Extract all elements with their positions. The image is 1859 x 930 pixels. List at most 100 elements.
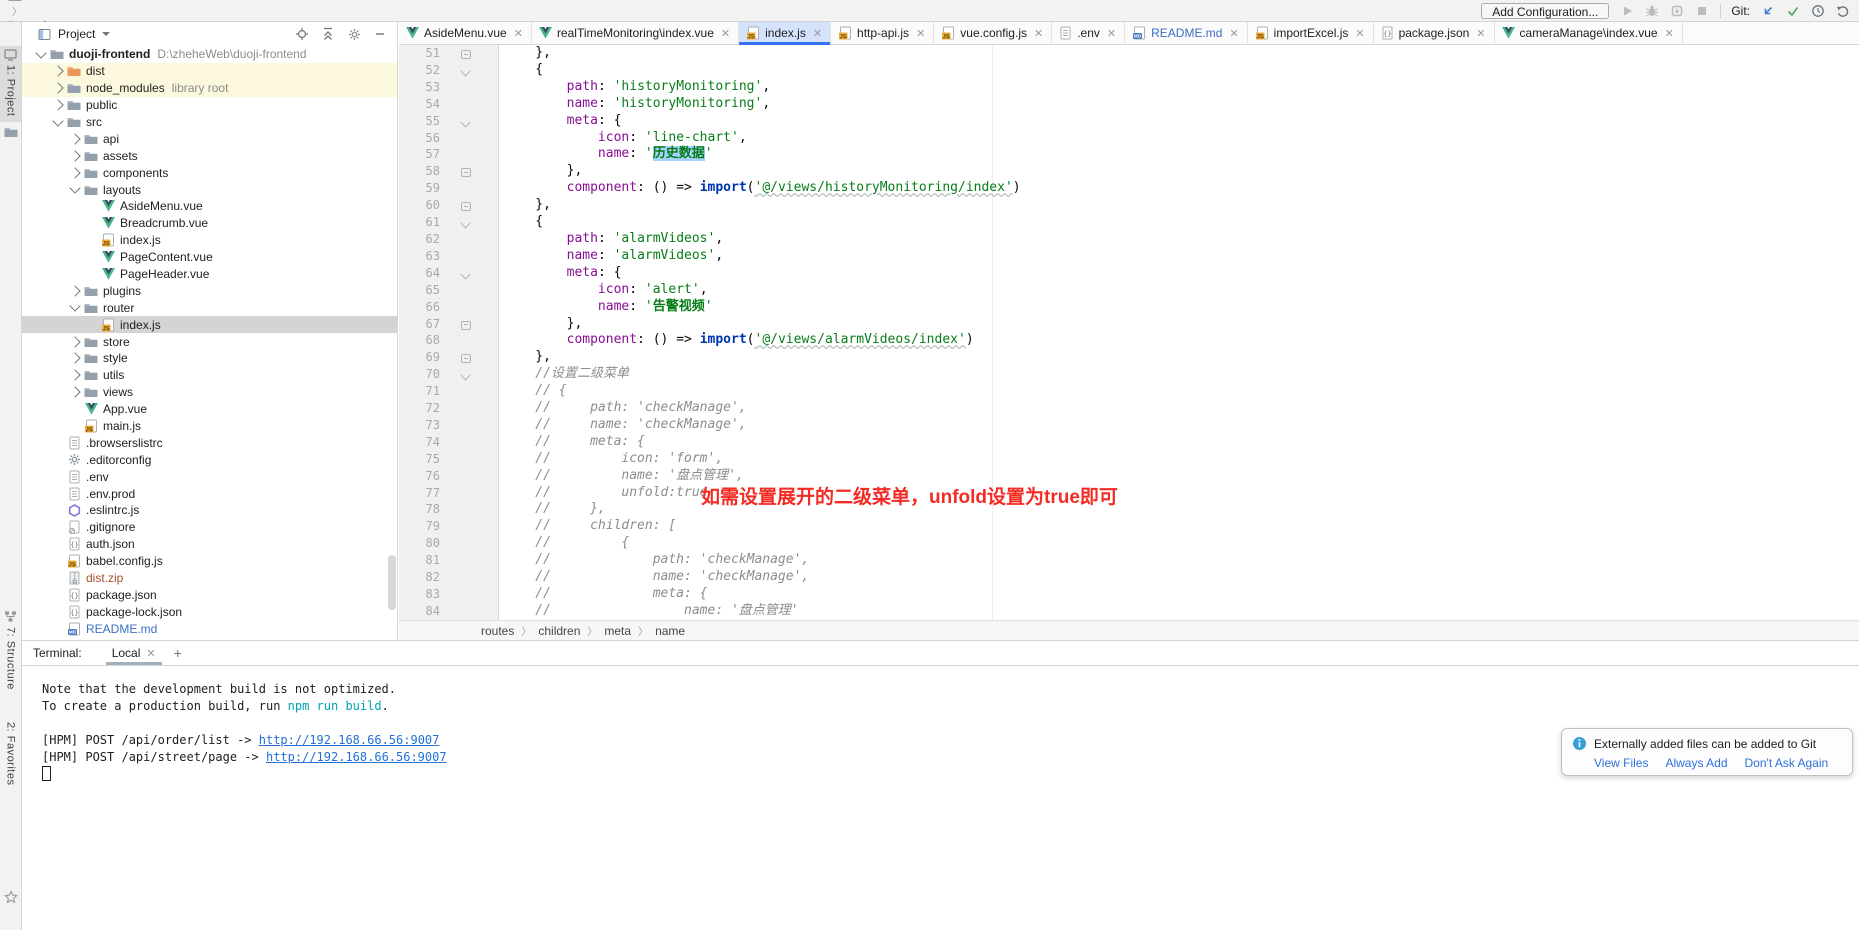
chevron-right-icon[interactable]: [69, 167, 80, 178]
close-icon[interactable]: ✕: [1665, 27, 1674, 40]
new-terminal-button[interactable]: +: [174, 645, 182, 661]
chevron-down-icon[interactable]: [69, 301, 80, 312]
tree-item-.browserslistrc[interactable]: .browserslistrc: [22, 434, 397, 451]
gitcommit-button[interactable]: [1785, 3, 1801, 19]
minus-button[interactable]: [371, 27, 389, 41]
fold-chevron-icon[interactable]: [461, 269, 471, 279]
chevron-right-icon[interactable]: [69, 133, 80, 144]
editor-tab-AsideMenu.vue[interactable]: AsideMenu.vue✕: [399, 22, 532, 44]
editor-tab-vue.config.js[interactable]: JSvue.config.js✕: [934, 22, 1052, 44]
terminal-link[interactable]: http://192.168.66.56:9007: [259, 733, 440, 747]
chevron-right-icon[interactable]: [69, 387, 80, 398]
code-line-61[interactable]: 61 {: [399, 214, 1859, 231]
code-line-59[interactable]: 59 component: () => import('@/views/hist…: [399, 180, 1859, 197]
tree-item-.env[interactable]: .env: [22, 468, 397, 485]
editor-breadcrumb-routes[interactable]: routes: [481, 624, 514, 638]
editor-breadcrumb-meta[interactable]: meta: [604, 624, 631, 638]
tree-item-src[interactable]: src: [22, 114, 397, 131]
code-line-60[interactable]: 60 },: [399, 197, 1859, 214]
sidebar-tab-project[interactable]: 1: Project: [0, 46, 21, 122]
code-line-75[interactable]: 75 // icon: 'form',: [399, 451, 1859, 468]
star-icon[interactable]: [4, 890, 18, 904]
close-icon[interactable]: ✕: [514, 27, 523, 40]
tree-item-main.js[interactable]: JSmain.js: [22, 418, 397, 435]
tree-item-.env.prod[interactable]: .env.prod: [22, 485, 397, 502]
code-line-63[interactable]: 63 name: 'alarmVideos',: [399, 248, 1859, 265]
editor-tab-importExcel.js[interactable]: JSimportExcel.js✕: [1248, 22, 1374, 44]
editor-breadcrumb-children[interactable]: children: [538, 624, 580, 638]
tree-item-AsideMenu.vue[interactable]: AsideMenu.vue: [22, 198, 397, 215]
code-line-83[interactable]: 83 // meta: {: [399, 586, 1859, 603]
tree-item-layouts[interactable]: layouts: [22, 181, 397, 198]
fold-chevron-icon[interactable]: [461, 371, 471, 381]
tree-item-store[interactable]: store: [22, 333, 397, 350]
editor-tab-realTimeMonitoring-index.vue[interactable]: realTimeMonitoring\index.vue✕: [532, 22, 739, 44]
tree-item-index.js[interactable]: JSindex.js: [22, 316, 397, 333]
rollback-button[interactable]: [1835, 3, 1851, 19]
code-line-71[interactable]: 71 // {: [399, 383, 1859, 400]
fold-chevron-icon[interactable]: [461, 219, 471, 229]
tree-item-dist[interactable]: dist: [22, 63, 397, 80]
chevron-down-icon[interactable]: [69, 182, 80, 193]
editor-tab-index.js[interactable]: JSindex.js✕: [739, 22, 831, 44]
code-line-78[interactable]: 78 // },: [399, 501, 1859, 518]
target-button[interactable]: [293, 27, 311, 41]
close-icon[interactable]: ✕: [1229, 27, 1238, 40]
code-line-62[interactable]: 62 path: 'alarmVideos',: [399, 231, 1859, 248]
code-line-51[interactable]: 51 },: [399, 45, 1859, 62]
tree-item-utils[interactable]: utils: [22, 367, 397, 384]
code-line-72[interactable]: 72 // path: 'checkManage',: [399, 400, 1859, 417]
covr-button[interactable]: [1669, 3, 1685, 19]
fold-collapse-icon[interactable]: [461, 168, 471, 177]
chevron-right-icon[interactable]: [52, 66, 63, 77]
chevron-right-icon[interactable]: [69, 370, 80, 381]
editor-tab-cameraManage-index.vue[interactable]: cameraManage\index.vue✕: [1495, 22, 1683, 44]
code-line-82[interactable]: 82 // name: 'checkManage',: [399, 569, 1859, 586]
chevron-right-icon[interactable]: [69, 285, 80, 296]
code-line-69[interactable]: 69 },: [399, 349, 1859, 366]
code-area[interactable]: 51 },52 {53 path: 'historyMonitoring',54…: [399, 45, 1859, 620]
tree-item-assets[interactable]: assets: [22, 147, 397, 164]
fold-collapse-icon[interactable]: [461, 321, 471, 330]
gitpull-button[interactable]: [1760, 3, 1776, 19]
code-line-52[interactable]: 52 {: [399, 62, 1859, 79]
chevron-right-icon[interactable]: [69, 353, 80, 364]
terminal-link[interactable]: http://192.168.66.56:9007: [266, 750, 447, 764]
close-icon[interactable]: ✕: [1034, 27, 1043, 40]
code-line-84[interactable]: 84 // name: '盘点管理': [399, 603, 1859, 620]
notification-action-View-Files[interactable]: View Files: [1594, 756, 1648, 770]
tree-item-Breadcrumb.vue[interactable]: Breadcrumb.vue: [22, 215, 397, 232]
tree-item-auth.json[interactable]: {}auth.json: [22, 536, 397, 553]
notification-action-Always-Add[interactable]: Always Add: [1665, 756, 1727, 770]
collapse-button[interactable]: [319, 27, 337, 41]
tree-item-package.json[interactable]: {}package.json: [22, 587, 397, 604]
terminal-tab-local[interactable]: Local ✕: [104, 641, 164, 665]
bug-button[interactable]: [1644, 3, 1660, 19]
sidebar-tab-favorites[interactable]: 2: Favorites: [0, 722, 21, 785]
code-line-56[interactable]: 56 icon: 'line-chart',: [399, 130, 1859, 147]
editor-breadcrumb-name[interactable]: name: [655, 624, 685, 638]
close-icon[interactable]: ✕: [1476, 27, 1485, 40]
tree-item-duoji-frontend[interactable]: duoji-frontendD:\zheheWeb\duoji-frontend: [22, 46, 397, 63]
fold-chevron-icon[interactable]: [461, 66, 471, 76]
code-line-74[interactable]: 74 // meta: {: [399, 434, 1859, 451]
fold-collapse-icon[interactable]: [461, 202, 471, 211]
play-button[interactable]: [1619, 3, 1635, 19]
tree-item-App.vue[interactable]: App.vue: [22, 401, 397, 418]
fold-collapse-icon[interactable]: [461, 354, 471, 363]
editor-tab-package.json[interactable]: {}package.json✕: [1374, 22, 1495, 44]
tree-item-package-lock.json[interactable]: {}package-lock.json: [22, 603, 397, 620]
gear-button[interactable]: [345, 27, 363, 41]
notification-action-Don-t-Ask-Again[interactable]: Don't Ask Again: [1745, 756, 1829, 770]
chevron-right-icon[interactable]: [69, 336, 80, 347]
code-line-57[interactable]: 57 name: '历史数据': [399, 146, 1859, 163]
tree-item-dist.zip[interactable]: dist.zip: [22, 570, 397, 587]
tree-item-api[interactable]: api: [22, 130, 397, 147]
tree-item-components[interactable]: components: [22, 164, 397, 181]
close-icon[interactable]: ✕: [1107, 27, 1116, 40]
chevron-right-icon[interactable]: [69, 150, 80, 161]
tree-item-plugins[interactable]: plugins: [22, 282, 397, 299]
tree-item-public[interactable]: public: [22, 97, 397, 114]
chevron-down-icon[interactable]: [52, 115, 63, 126]
chevron-down-icon[interactable]: [35, 47, 46, 58]
